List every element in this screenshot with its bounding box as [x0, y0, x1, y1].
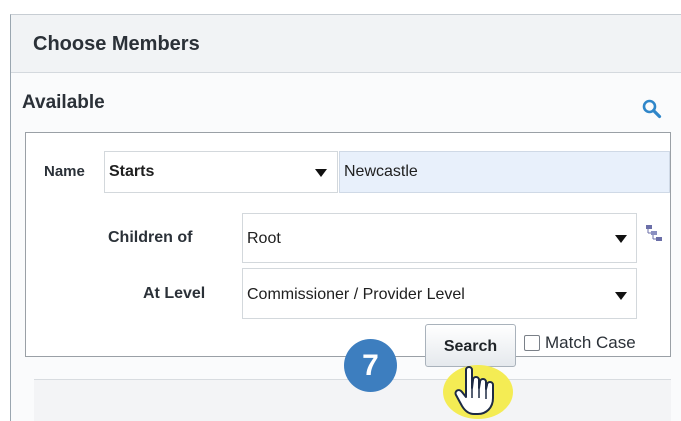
hierarchy-icon[interactable] — [645, 224, 663, 242]
search-icon[interactable] — [641, 98, 663, 120]
hand-cursor-icon — [454, 366, 494, 415]
name-search-input[interactable]: Newcastle — [339, 151, 670, 193]
children-of-value: Root — [247, 230, 281, 247]
at-level-select[interactable]: Commissioner / Provider Level — [242, 268, 637, 319]
search-button[interactable]: Search — [425, 324, 516, 367]
at-level-value: Commissioner / Provider Level — [247, 286, 465, 303]
dropdown-arrow-icon — [615, 235, 627, 243]
name-label: Name — [44, 163, 85, 180]
available-section-label: Available — [22, 92, 105, 113]
dialog-header: Choose Members — [11, 15, 681, 73]
step-number-badge: 7 — [344, 339, 397, 392]
name-operator-value: Starts — [109, 163, 155, 180]
at-level-label: At Level — [143, 285, 206, 302]
dialog-title: Choose Members — [33, 33, 200, 55]
match-case-label: Match Case — [545, 333, 636, 352]
dropdown-arrow-icon — [315, 169, 327, 177]
match-case-checkbox[interactable] — [524, 335, 540, 351]
children-of-select[interactable]: Root — [242, 213, 637, 263]
children-of-label: Children of — [108, 229, 193, 246]
name-operator-select[interactable]: Starts — [104, 151, 338, 193]
dropdown-arrow-icon — [615, 292, 627, 300]
name-search-value: Newcastle — [344, 163, 418, 180]
